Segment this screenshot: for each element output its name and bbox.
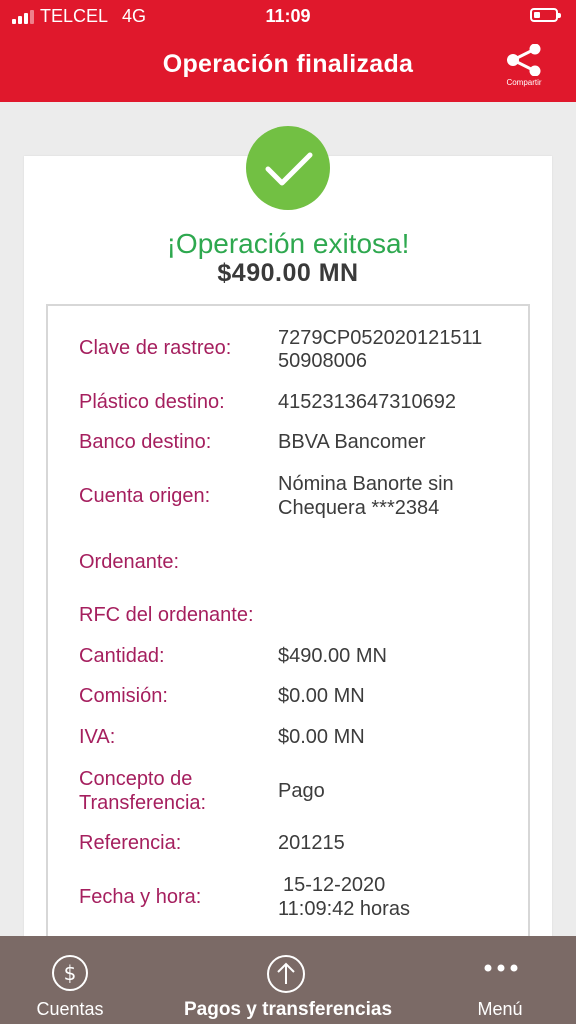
rfc-value-redacted: [278, 603, 284, 627]
concepto-label-line2: Transferencia:: [79, 792, 207, 814]
concepto-value: Pago: [278, 780, 325, 802]
ordenante-label: Ordenante:: [79, 551, 180, 573]
fecha-value-date: 15-12-2020: [283, 874, 386, 896]
cuenta-label: Cuenta origen:: [79, 485, 211, 507]
success-check-icon: [246, 126, 330, 210]
iva-value: $0.00 MN: [278, 726, 365, 748]
more-dots-icon: [484, 964, 518, 972]
app-header: TELCEL 4G 11:09 Operación finalizada Com…: [0, 0, 576, 102]
status-bar: TELCEL 4G 11:09: [0, 0, 576, 34]
plastico-value: 4152313647310692: [278, 391, 456, 413]
dollar-circle-icon: $: [52, 955, 88, 991]
success-message: ¡Operación exitosa!: [166, 228, 410, 259]
nav-label-menu: Menú: [477, 999, 523, 1019]
share-label: Compartir: [506, 78, 542, 87]
cuenta-value-line1: Nómina Banorte sin: [278, 473, 454, 495]
arrow-up-circle-icon: [267, 955, 305, 993]
fecha-value-time: 11:09:42 horas: [278, 898, 410, 920]
nav-label-cuentas: Cuentas: [36, 999, 104, 1019]
concepto-label-line1: Concepto de: [79, 768, 193, 790]
transfer-amount: $490.00 MN: [217, 259, 359, 287]
page-title: Operación finalizada: [162, 50, 414, 78]
nav-item-cuentas[interactable]: $ Cuentas: [0, 936, 140, 1024]
nav-item-pagos[interactable]: Pagos y transferencias: [140, 936, 436, 1024]
clave-value-line2: 50908006: [278, 350, 367, 372]
status-time: 11:09: [265, 6, 311, 26]
plastico-label: Plástico destino:: [79, 391, 225, 413]
share-button[interactable]: Compartir: [498, 44, 550, 92]
comision-label: Comisión:: [79, 685, 168, 707]
nav-label-pagos: Pagos y transferencias: [183, 999, 393, 1020]
banco-label: Banco destino:: [79, 431, 212, 453]
referencia-label: Referencia:: [79, 832, 182, 854]
bottom-nav: $ Cuentas Pagos y transferencias Menú: [0, 936, 576, 1024]
iva-label: IVA:: [79, 726, 116, 748]
share-icon: [507, 44, 541, 76]
nav-item-menu[interactable]: Menú: [436, 936, 576, 1024]
svg-text:$: $: [64, 961, 77, 985]
clave-label: Clave de rastreo:: [79, 337, 232, 359]
cantidad-label: Cantidad:: [79, 645, 165, 667]
battery-icon: [530, 8, 561, 22]
referencia-value: 201215: [278, 832, 345, 854]
comision-value: $0.00 MN: [278, 685, 365, 707]
clave-value-line1: 7279CP052020121511: [278, 327, 483, 349]
details-box: Clave de rastreo: 7279CP052020121511 509…: [46, 304, 530, 984]
cantidad-value: $490.00 MN: [278, 645, 387, 667]
ordenante-value-redacted: [278, 550, 284, 574]
banco-value: BBVA Bancomer: [278, 431, 426, 453]
fecha-label: Fecha y hora:: [79, 886, 202, 908]
rfc-label: RFC del ordenante:: [79, 604, 254, 626]
cuenta-value-line2: Chequera ***2384: [278, 497, 440, 519]
